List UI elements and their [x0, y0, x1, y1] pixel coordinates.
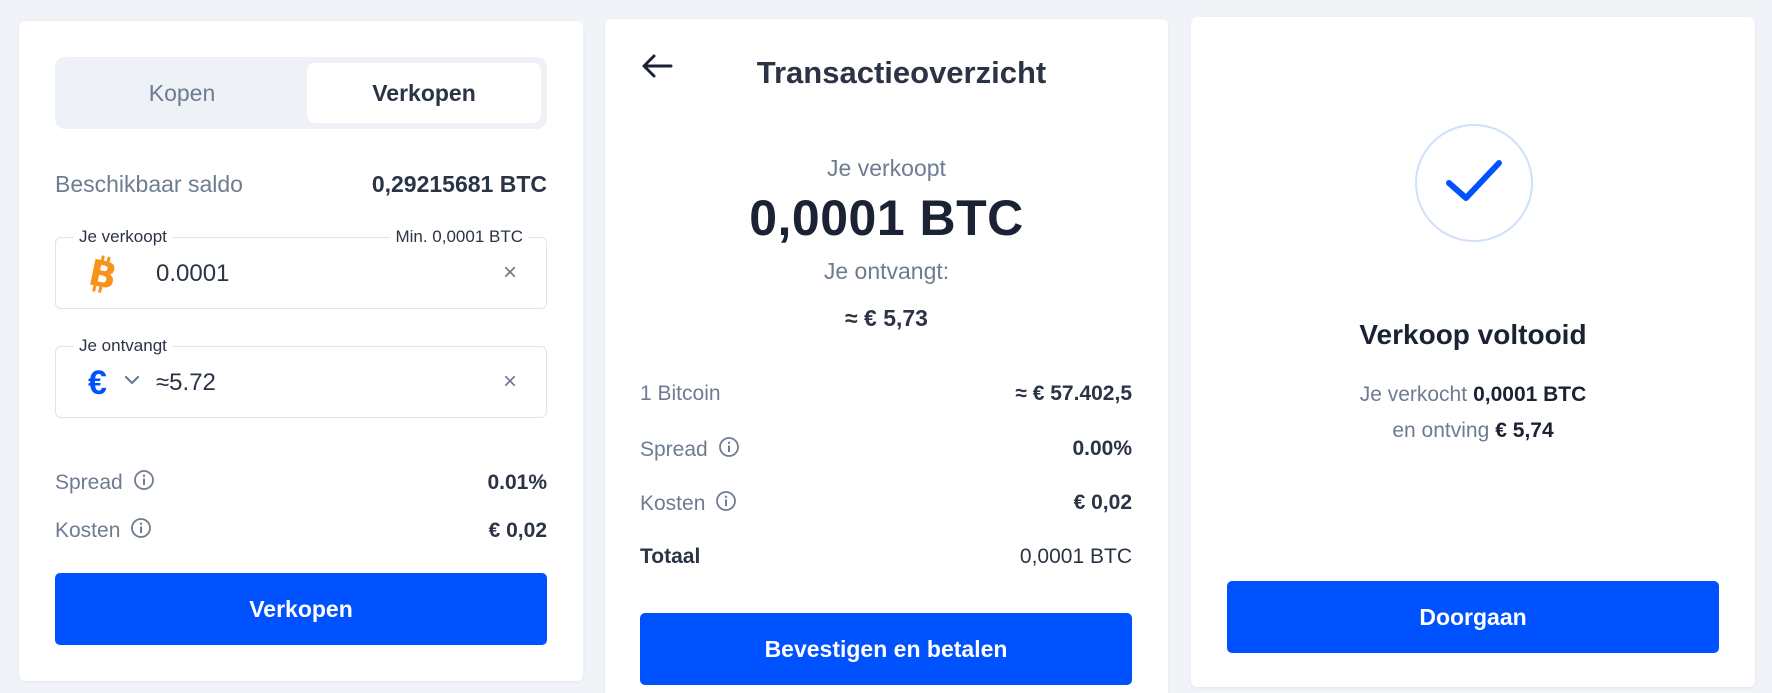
sale-completed-card: Verkoop voltooid Je verkocht 0,0001 BTC e…	[1191, 17, 1755, 687]
tab-sell[interactable]: Verkopen	[307, 63, 541, 123]
rate-label: 1 Bitcoin	[640, 382, 721, 405]
sell-field-legend: Je verkoopt	[74, 227, 172, 247]
tab-buy[interactable]: Kopen	[61, 63, 303, 123]
euro-icon[interactable]: €	[88, 363, 107, 403]
success-badge	[1415, 124, 1533, 242]
receive-amount-input[interactable]: ≈5.72	[156, 369, 216, 397]
buy-sell-toggle: Kopen Verkopen	[55, 57, 547, 129]
spread-label: Spread	[55, 471, 123, 494]
receive-amount-field[interactable]: Je ontvangt € ≈5.72 ×	[55, 336, 547, 418]
received-summary: en ontving € 5,74	[1191, 419, 1755, 443]
info-icon[interactable]	[715, 490, 737, 518]
checkmark-icon	[1444, 157, 1504, 210]
transaction-overview-card: Transactieoverzicht Je verkoopt 0,0001 B…	[605, 19, 1168, 693]
available-balance-label: Beschikbaar saldo	[55, 171, 243, 197]
sold-summary: Je verkocht 0,0001 BTC	[1191, 383, 1755, 407]
overview-costs-value: € 0,02	[1073, 491, 1132, 514]
bitcoin-icon: B	[85, 253, 120, 299]
selling-label: Je verkoopt	[827, 155, 946, 181]
page-title: Transactieoverzicht	[756, 55, 1047, 90]
received-value: € 5,74	[1495, 419, 1554, 442]
rate-value: ≈ € 57.402,5	[1015, 382, 1132, 405]
total-label: Totaal	[640, 545, 701, 568]
overview-costs-row: Kosten	[640, 490, 737, 518]
receive-amount: ≈ € 5,73	[845, 305, 928, 331]
available-balance-value: 0,29215681 BTC	[371, 171, 547, 197]
clear-sell-icon[interactable]: ×	[500, 261, 520, 285]
spread-value: 0.01%	[487, 471, 547, 494]
costs-row: Kosten	[55, 517, 152, 545]
sold-value: 0,0001 BTC	[1473, 383, 1587, 406]
clear-receive-icon[interactable]: ×	[500, 370, 520, 394]
sell-min-label: Min. 0,0001 BTC	[390, 227, 528, 247]
overview-costs-label: Kosten	[640, 492, 706, 515]
costs-value: € 0,02	[488, 519, 547, 542]
sold-prefix: Je verkocht	[1359, 383, 1468, 406]
info-icon[interactable]	[130, 517, 152, 545]
selling-amount: 0,0001 BTC	[749, 190, 1024, 246]
receive-field-legend: Je ontvangt	[74, 336, 172, 356]
info-icon[interactable]	[133, 469, 155, 497]
costs-label: Kosten	[55, 519, 121, 542]
overview-spread-row: Spread	[640, 436, 740, 464]
success-title: Verkoop voltooid	[1359, 319, 1587, 350]
confirm-and-pay-button[interactable]: Bevestigen en betalen	[640, 613, 1132, 685]
sell-button[interactable]: Verkopen	[55, 573, 547, 645]
received-prefix: en ontving	[1392, 419, 1490, 442]
sell-form-card: Kopen Verkopen Beschikbaar saldo 0,29215…	[19, 21, 583, 681]
overview-spread-value: 0.00%	[1072, 437, 1132, 460]
total-value: 0,0001 BTC	[1019, 545, 1132, 568]
receive-label: Je ontvangt:	[823, 258, 950, 284]
sell-amount-field[interactable]: Je verkoopt Min. 0,0001 BTC B 0.0001 ×	[55, 227, 547, 309]
info-icon[interactable]	[718, 436, 740, 464]
sell-amount-input[interactable]: 0.0001	[156, 260, 229, 288]
spread-row: Spread	[55, 469, 155, 497]
continue-button[interactable]: Doorgaan	[1227, 581, 1719, 653]
overview-spread-label: Spread	[640, 438, 708, 461]
chevron-down-icon[interactable]	[124, 373, 140, 391]
